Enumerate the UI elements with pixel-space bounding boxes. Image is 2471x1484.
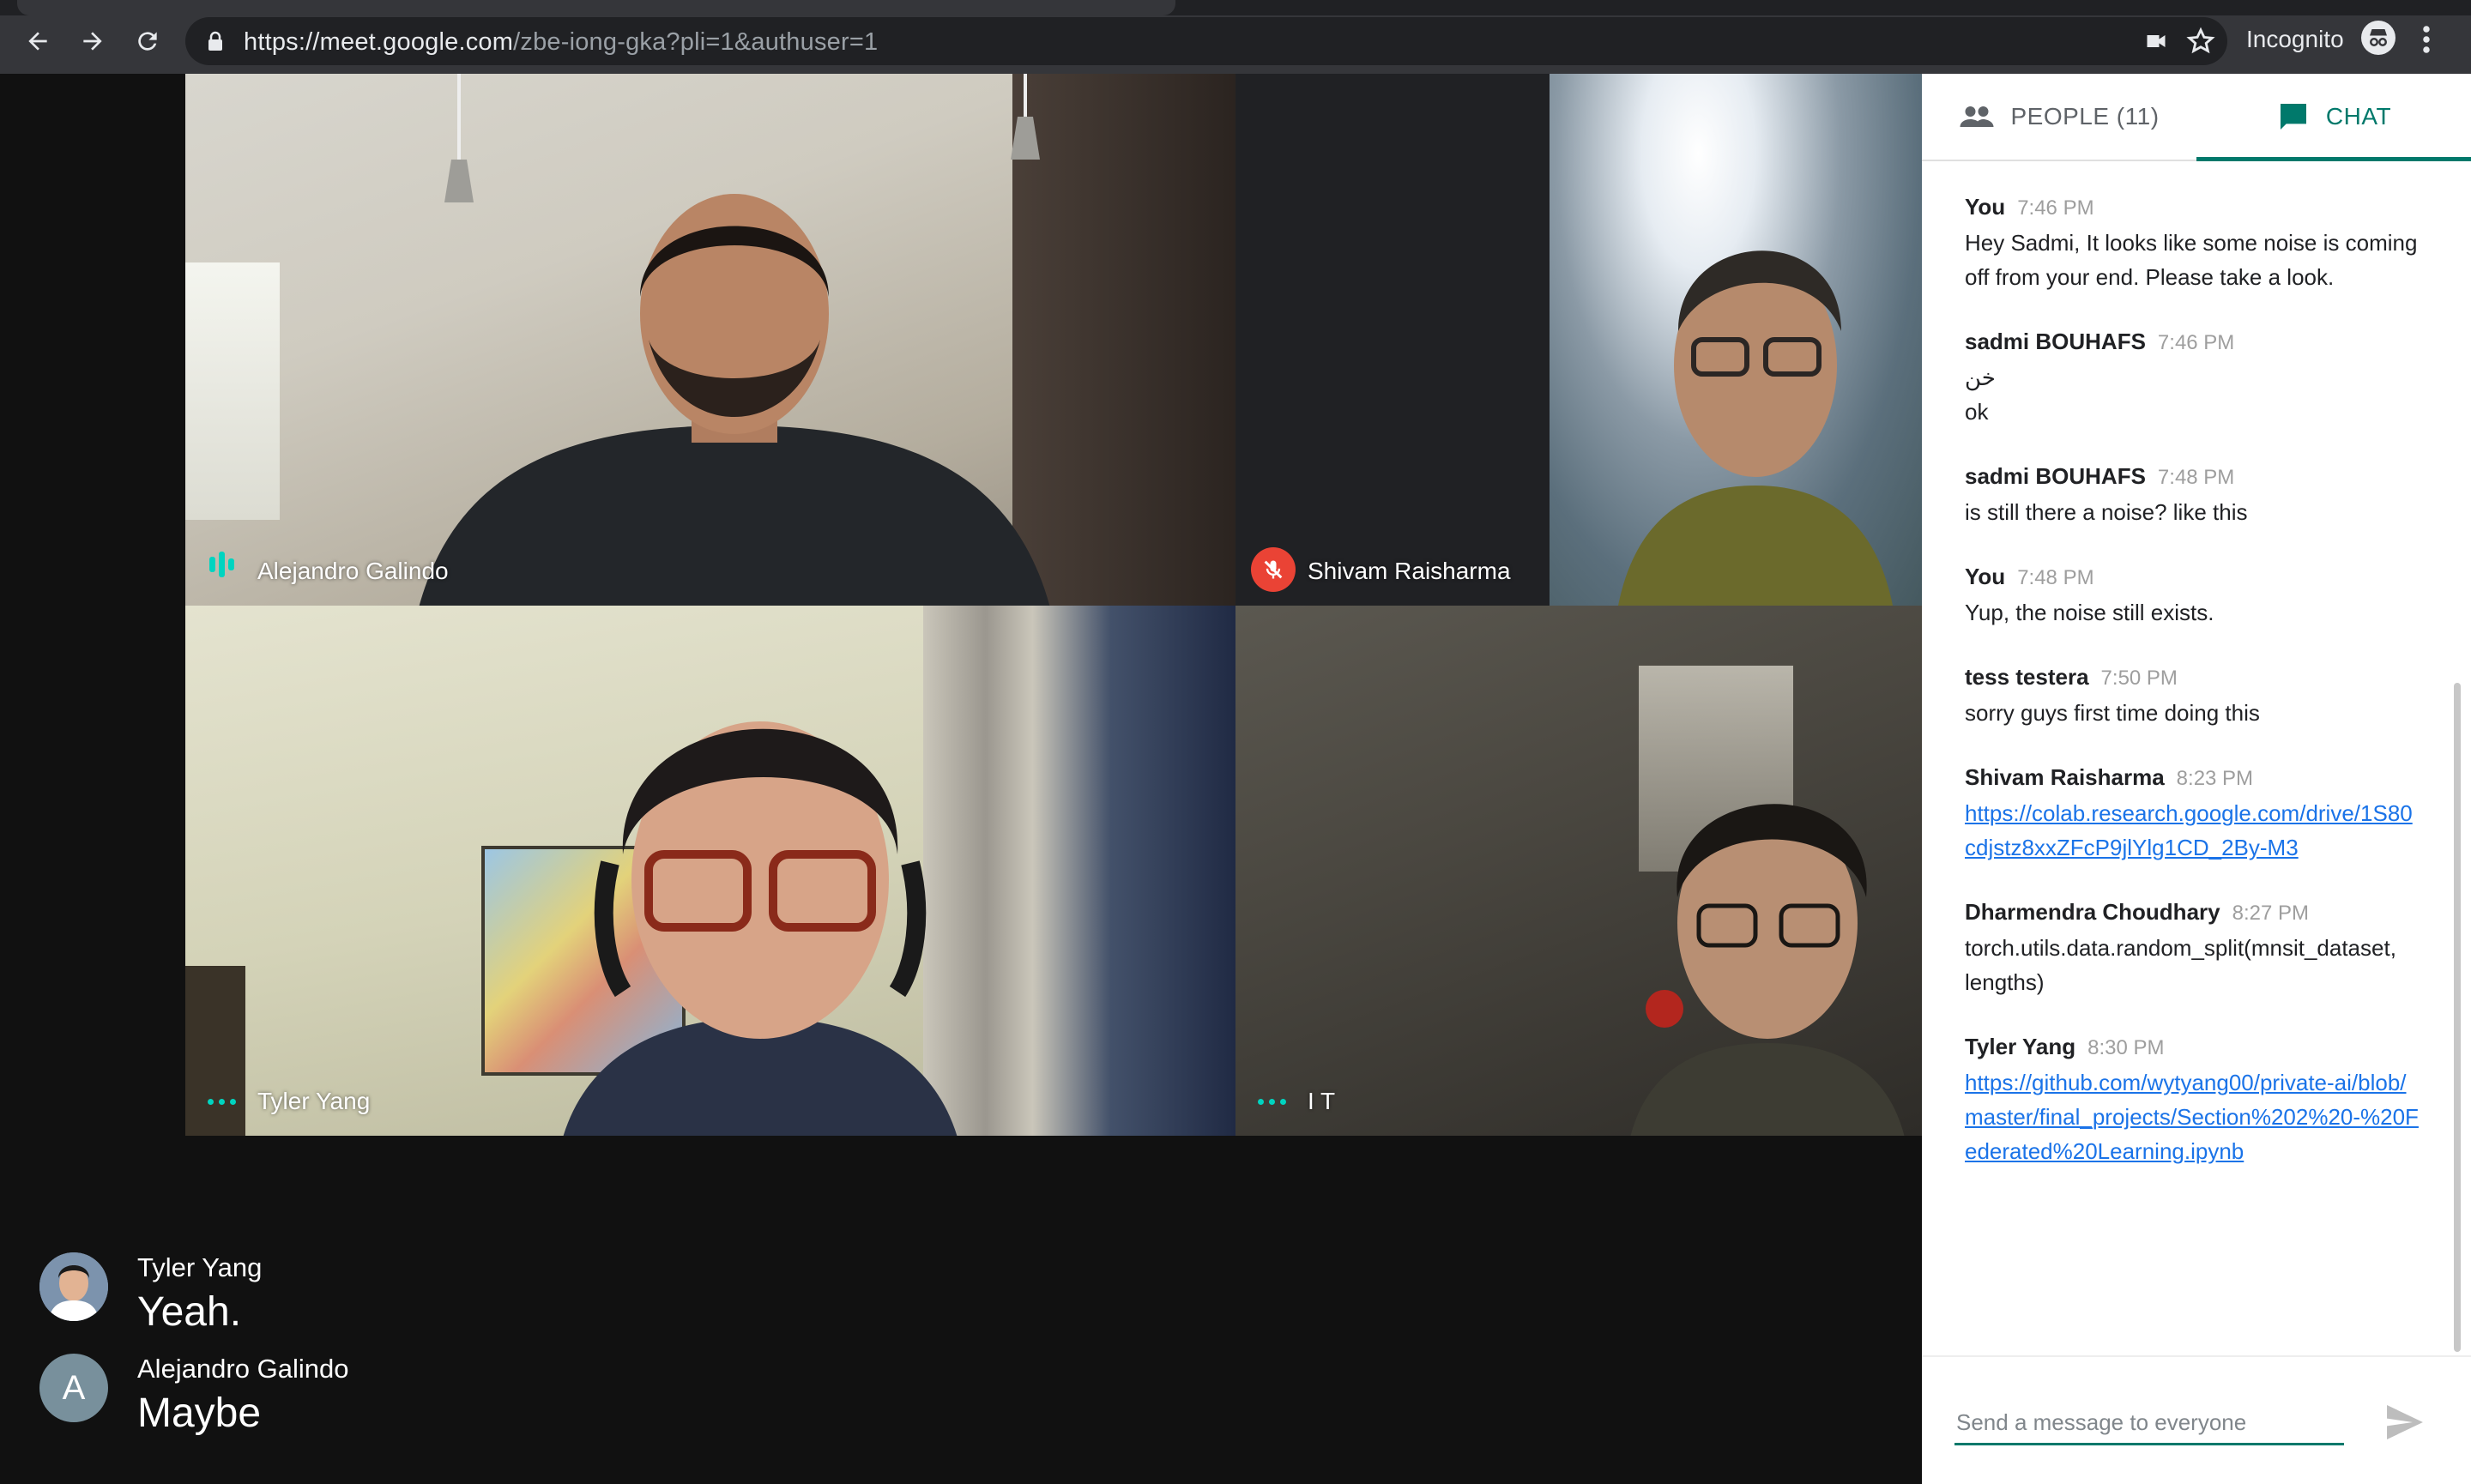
chat-message: Dharmendra Choudhary 8:27 PM torch.utils.… <box>1965 899 2420 999</box>
chat-message: tess testera 7:50 PM sorry guys first tim… <box>1965 664 2420 730</box>
background-chair <box>185 966 245 1136</box>
avatar: A <box>39 1354 108 1422</box>
message-link[interactable]: https://colab.research.google.com/drive/… <box>1965 800 2413 860</box>
reload-icon <box>138 32 157 51</box>
message-sender: Tyler Yang <box>1965 1034 2076 1059</box>
url-host: https://meet.google.com <box>244 28 514 56</box>
more-options-dots[interactable] <box>1258 1099 1286 1105</box>
message-text: ok <box>1965 399 1989 425</box>
lock-icon <box>208 31 222 51</box>
message-text: torch.utils.data.random_split(mnsit_data… <box>1965 935 2396 995</box>
participant-name: Alejandro Galindo <box>257 558 449 584</box>
message-sender: tess testera <box>1965 664 2089 690</box>
avatar <box>39 1252 108 1321</box>
chat-message: You 7:48 PM Yup, the noise still exists. <box>1965 564 2420 630</box>
tab-strip <box>0 0 2471 15</box>
avatar-photo <box>39 1252 108 1321</box>
message-sender: sadmi BOUHAFS <box>1965 329 2146 354</box>
more-options-dots[interactable] <box>208 1099 236 1105</box>
url-path: /zbe-iong-gka?pli=1&authuser=1 <box>513 28 879 56</box>
video-tile-tyler[interactable]: Tyler Yang <box>185 606 1236 1136</box>
chat-scrollbar[interactable] <box>2454 683 2461 1352</box>
mic-off-indicator <box>1251 547 1296 592</box>
panel-tabs: PEOPLE (11) CHAT <box>1922 74 2471 161</box>
menu-dots-icon[interactable] <box>2421 24 2432 55</box>
incognito-label: Incognito <box>2246 26 2344 52</box>
people-icon <box>1960 106 1994 127</box>
message-time: 7:48 PM <box>2157 466 2235 489</box>
ceiling-lamp <box>1011 74 1040 160</box>
message-text: Yup, the noise still exists. <box>1965 600 2214 625</box>
back-arrow-icon <box>28 32 47 51</box>
mic-off-icon <box>1264 560 1283 579</box>
message-link[interactable]: https://github.com/wytyang00/private-ai/… <box>1965 1070 2419 1164</box>
participant-name: I T <box>1308 1088 1336 1114</box>
send-icon[interactable] <box>2385 1405 2425 1439</box>
chat-message: Tyler Yang 8:30 PM https://github.com/wyt… <box>1965 1034 2420 1168</box>
video-tile-shivam[interactable]: Shivam Raisharma <box>1236 74 1922 606</box>
camera-blocked-icon[interactable] <box>2143 29 2169 53</box>
participant-video <box>563 721 958 1136</box>
back-button[interactable] <box>19 22 57 60</box>
side-panel: PEOPLE (11) CHAT You 7:46 PM Hey Sadmi, I… <box>1922 74 2471 1484</box>
speaking-indicator <box>208 552 237 582</box>
participant-name: Tyler Yang <box>257 1088 371 1114</box>
forward-button[interactable] <box>74 22 112 60</box>
tab-chat-label: CHAT <box>2325 103 2392 130</box>
message-time: 8:30 PM <box>2087 1036 2165 1059</box>
chat-message: You 7:46 PM Hey Sadmi, It looks like some… <box>1965 194 2420 294</box>
active-tab[interactable] <box>17 0 1175 15</box>
bookmark-star-icon[interactable] <box>2186 27 2215 56</box>
message-text: is still there a noise? like this <box>1965 499 2248 525</box>
tab-people[interactable]: PEOPLE (11) <box>1922 74 2196 160</box>
caption-speaker: Alejandro Galindo <box>137 1354 349 1384</box>
url-text[interactable]: https://meet.google.com/zbe-iong-gka?pli… <box>244 28 878 57</box>
reload-button[interactable] <box>129 22 166 60</box>
chat-composer <box>1922 1355 2471 1484</box>
video-tile-it[interactable]: I T <box>1236 606 1922 1136</box>
message-text: sorry guys first time doing this <box>1965 700 2260 726</box>
address-bar[interactable]: https://meet.google.com/zbe-iong-gka?pli… <box>185 17 2227 65</box>
message-time: 7:48 PM <box>2017 566 2094 589</box>
message-time: 7:46 PM <box>2017 196 2094 220</box>
caption-speaker: Tyler Yang <box>137 1252 263 1282</box>
message-sender: You <box>1965 564 2006 589</box>
chat-message: sadmi BOUHAFS 7:48 PM is still there a no… <box>1965 463 2420 529</box>
forward-arrow-icon <box>83 32 102 51</box>
message-time: 8:23 PM <box>2176 767 2254 790</box>
participant-video <box>1550 74 1922 606</box>
avatar-letter: A <box>62 1368 86 1407</box>
message-text: Hey Sadmi, It looks like some noise is c… <box>1965 230 2418 290</box>
message-time: 7:50 PM <box>2100 667 2178 690</box>
tab-chat[interactable]: CHAT <box>2196 74 2471 161</box>
browser-toolbar: https://meet.google.com/zbe-iong-gka?pli… <box>0 0 2471 74</box>
caption-text: Maybe <box>137 1390 262 1436</box>
video-tile-alejandro[interactable]: Alejandro Galindo <box>185 74 1236 606</box>
message-text: خن <box>1965 365 1996 390</box>
message-time: 8:27 PM <box>2232 902 2309 925</box>
chat-icon <box>2280 104 2306 130</box>
incognito-icon[interactable] <box>2361 21 2395 55</box>
background-window <box>185 262 280 520</box>
participant-video <box>1630 804 1905 1136</box>
message-sender: Shivam Raisharma <box>1965 764 2165 790</box>
chat-message: Shivam Raisharma 8:23 PM https://colab.re… <box>1965 764 2420 865</box>
tab-people-label: PEOPLE (11) <box>2010 103 2160 130</box>
participant-name: Shivam Raisharma <box>1308 558 1511 584</box>
message-sender: You <box>1965 194 2006 220</box>
speaking-bars-icon <box>209 552 234 577</box>
participant-figure <box>1618 250 1893 606</box>
message-sender: Dharmendra Choudhary <box>1965 899 2220 925</box>
chat-messages: You 7:46 PM Hey Sadmi, It looks like some… <box>1965 194 2420 1203</box>
background-curtain <box>923 606 1236 1136</box>
message-sender: sadmi BOUHAFS <box>1965 463 2146 489</box>
message-time: 7:46 PM <box>2157 331 2235 354</box>
incognito-glyph <box>2370 29 2387 46</box>
chat-message-input[interactable] <box>1954 1402 2344 1445</box>
caption-text: Yeah. <box>137 1289 242 1335</box>
participant-video <box>419 194 1050 606</box>
chat-message: sadmi BOUHAFS 7:46 PM خن ok <box>1965 329 2420 429</box>
